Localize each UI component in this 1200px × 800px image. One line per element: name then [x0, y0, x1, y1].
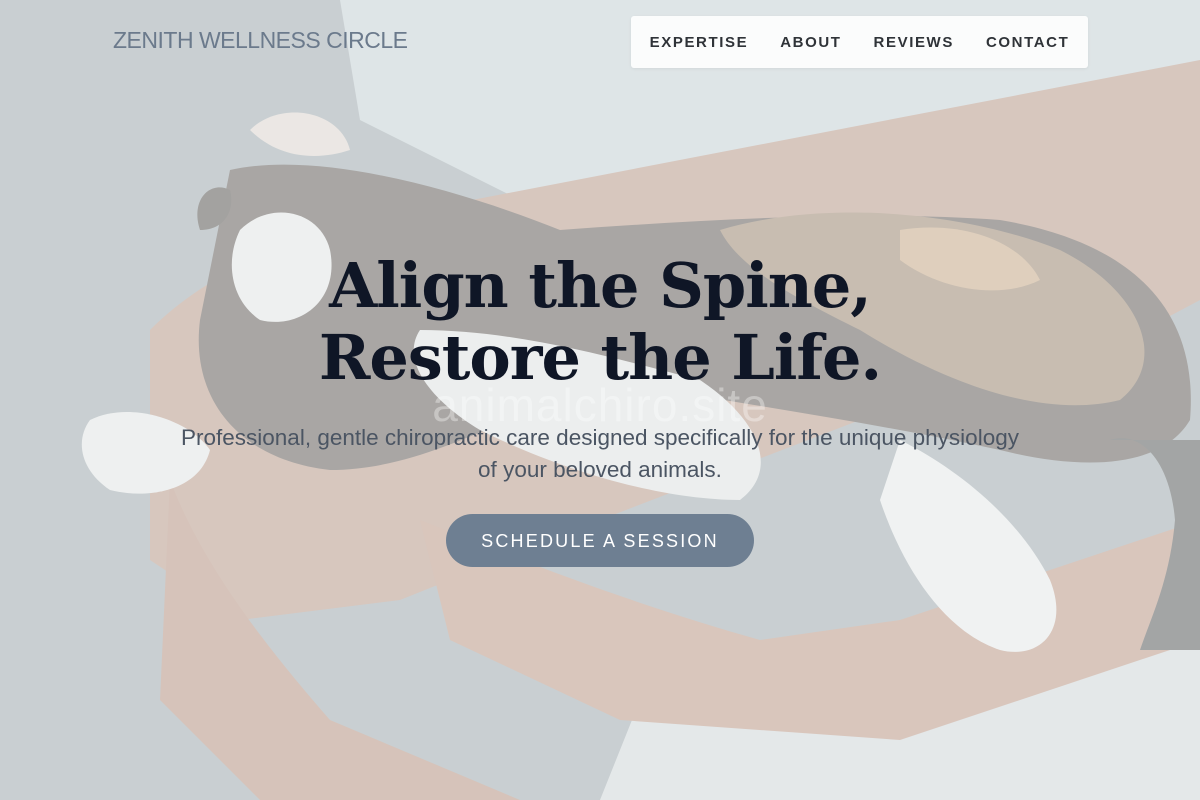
main-navigation: EXPERTISE ABOUT REVIEWS CONTACT	[631, 16, 1088, 68]
hero-section: animalchiro.site Align the Spine, Restor…	[0, 250, 1200, 567]
brand-logo-text[interactable]: ZENITH WELLNESS CIRCLE	[113, 27, 408, 54]
nav-link-contact[interactable]: CONTACT	[986, 34, 1069, 51]
hero-subheading: Professional, gentle chiropractic care d…	[181, 425, 1019, 482]
nav-link-expertise[interactable]: EXPERTISE	[650, 34, 749, 51]
schedule-session-button[interactable]: SCHEDULE A SESSION	[446, 514, 754, 567]
hero-headline: Align the Spine, Restore the Life.	[0, 250, 1200, 394]
hero-headline-line-1: Align the Spine,	[329, 249, 872, 322]
nav-link-about[interactable]: ABOUT	[780, 34, 841, 51]
nav-link-reviews[interactable]: REVIEWS	[874, 34, 954, 51]
hero-headline-line-2: Restore the Life.	[318, 321, 882, 394]
